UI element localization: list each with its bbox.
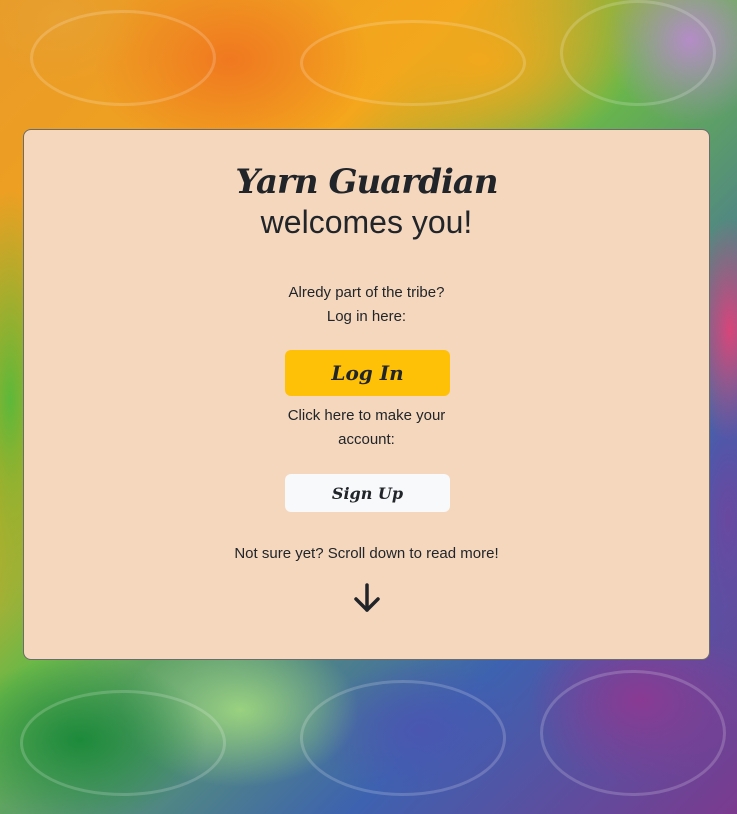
login-prompt-line1: Alredy part of the tribe? <box>288 284 445 301</box>
welcome-card: Yarn Guardian welcomes you! Alredy part … <box>23 129 710 660</box>
yarn-strand <box>30 10 216 106</box>
yarn-strand <box>300 680 506 796</box>
welcome-heading: welcomes you! <box>260 204 473 240</box>
yarn-strand <box>560 0 716 106</box>
brand-title: Yarn Guardian <box>235 162 498 202</box>
arrow-down-icon[interactable] <box>353 582 381 614</box>
yarn-strand <box>20 690 226 796</box>
login-button[interactable]: Log In <box>285 350 450 396</box>
signup-prompt-line2: account: <box>338 431 395 448</box>
signup-button[interactable]: Sign Up <box>285 474 450 512</box>
yarn-strand <box>540 670 726 796</box>
yarn-strand <box>300 20 526 106</box>
scroll-hint: Not sure yet? Scroll down to read more! <box>234 545 499 562</box>
login-prompt-line2: Log in here: <box>326 308 407 325</box>
signup-prompt-line1: Click here to make your <box>287 407 446 424</box>
